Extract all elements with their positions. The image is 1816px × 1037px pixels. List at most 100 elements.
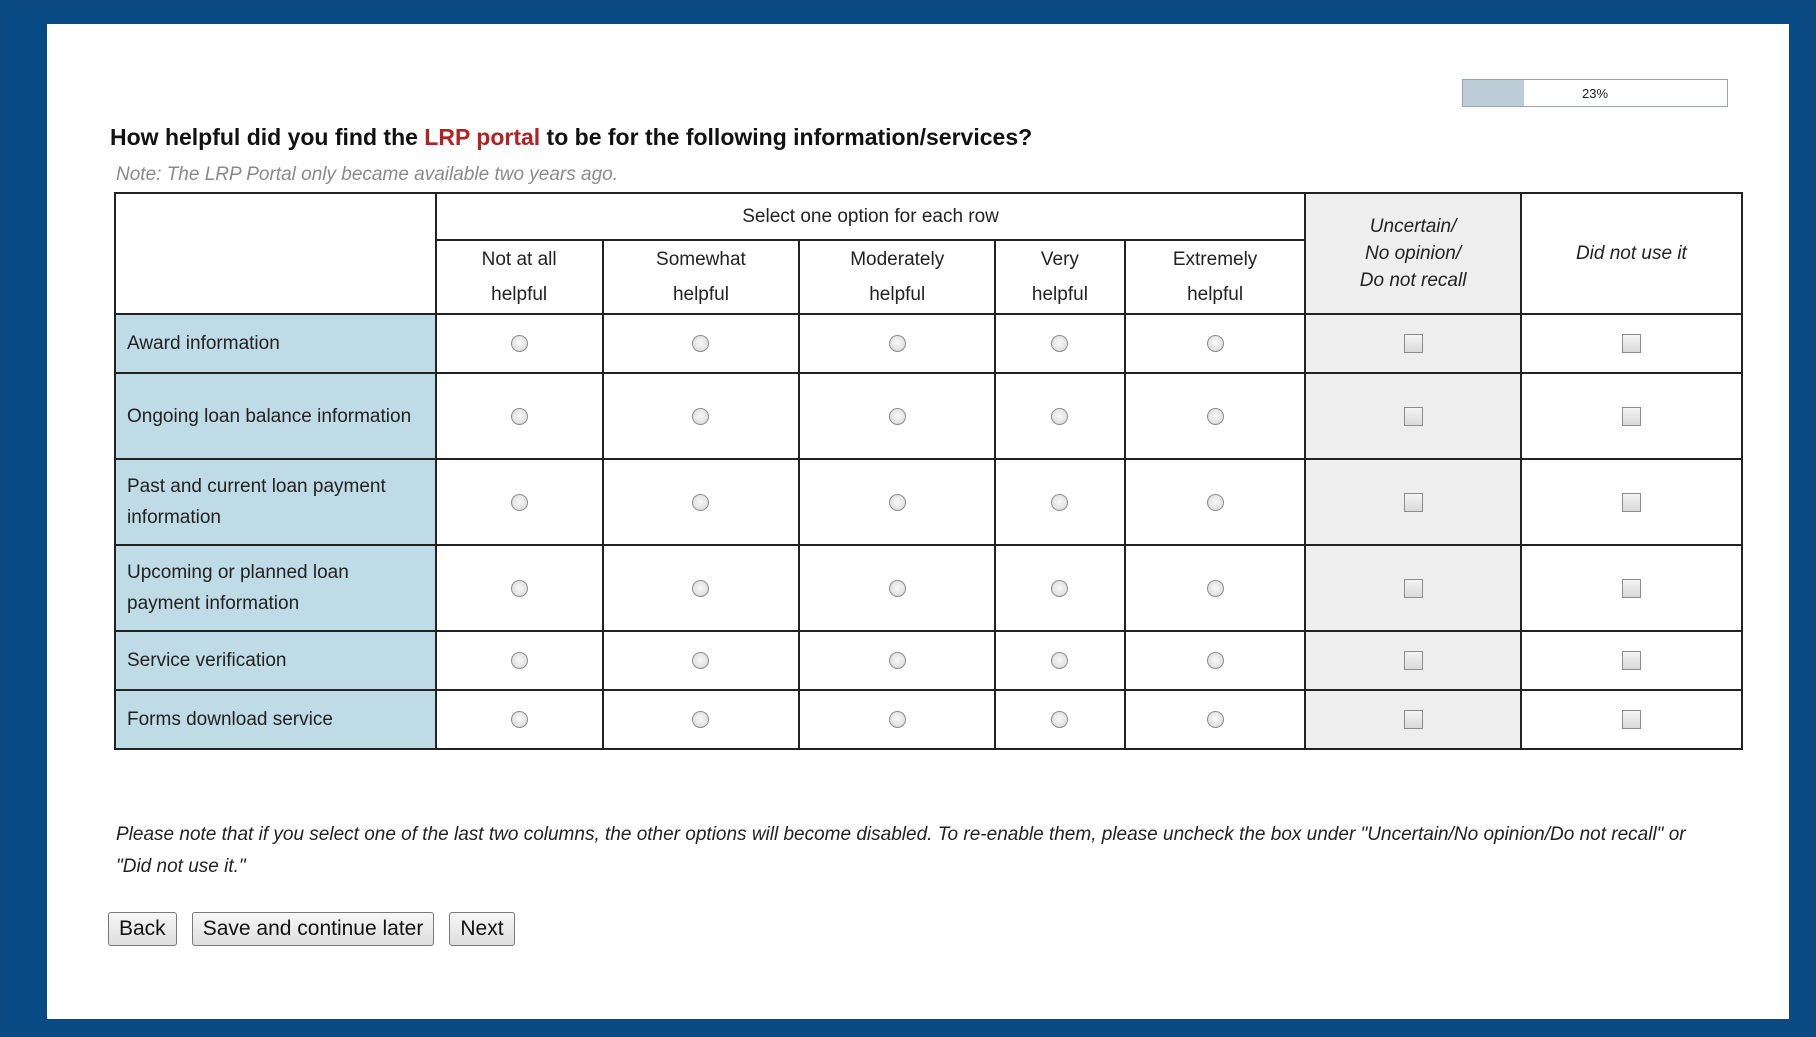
row-label: Service verification	[114, 630, 437, 691]
rating-radio[interactable]	[1206, 335, 1224, 353]
rating-cell	[601, 689, 801, 750]
grid-group-header: Select one option for each row	[434, 192, 1307, 241]
save-continue-later-button[interactable]: Save and continue later	[191, 912, 435, 946]
did-not-use-checkbox[interactable]	[1621, 651, 1641, 671]
grid-row: Upcoming or planned loan payment informa…	[114, 544, 1744, 632]
col-header-line1: Extremely	[1172, 249, 1258, 270]
rating-cell	[434, 630, 604, 691]
grid-row: Service verification	[114, 630, 1744, 691]
rating-radio[interactable]	[1051, 407, 1069, 425]
question-prefix: How helpful did you find the	[110, 124, 425, 150]
rating-radio[interactable]	[1051, 652, 1069, 670]
rating-radio[interactable]	[692, 407, 710, 425]
rating-radio[interactable]	[888, 493, 906, 511]
uncertain-cell	[1304, 630, 1522, 691]
rating-radio[interactable]	[510, 407, 528, 425]
rating-cell	[601, 458, 801, 546]
rating-radio[interactable]	[692, 335, 710, 353]
rating-cell	[798, 630, 997, 691]
next-button[interactable]: Next	[449, 912, 515, 946]
rating-cell	[1123, 689, 1307, 750]
uncertain-line3: Do not recall	[1359, 270, 1467, 291]
rating-radio[interactable]	[510, 579, 528, 597]
row-label: Upcoming or planned loan payment informa…	[114, 544, 437, 632]
rating-radio[interactable]	[510, 652, 528, 670]
did-not-use-checkbox[interactable]	[1621, 334, 1641, 354]
col-header-rating: Not at all helpful	[434, 239, 604, 315]
col-header-rating: Somewhat helpful	[601, 239, 801, 315]
rating-radio[interactable]	[1206, 579, 1224, 597]
rating-radio[interactable]	[888, 652, 906, 670]
rating-radio[interactable]	[1051, 579, 1069, 597]
grid-row: Award information	[114, 313, 1744, 374]
did-not-use-checkbox[interactable]	[1621, 710, 1641, 730]
col-header-line1: Moderately	[850, 249, 945, 270]
rating-radio[interactable]	[692, 711, 710, 729]
rating-radio[interactable]	[888, 407, 906, 425]
rating-cell	[601, 630, 801, 691]
did-not-use-checkbox[interactable]	[1621, 492, 1641, 512]
grid-body: Award information Ongoing loan balance in…	[114, 313, 1744, 750]
rating-cell	[434, 458, 604, 546]
rating-cell	[798, 544, 997, 632]
col-header-line1: Not at all	[481, 249, 557, 270]
rating-radio[interactable]	[1051, 711, 1069, 729]
uncertain-checkbox[interactable]	[1403, 406, 1423, 426]
row-label: Past and current loan payment informatio…	[114, 458, 437, 546]
uncertain-checkbox[interactable]	[1403, 710, 1423, 730]
rating-radio[interactable]	[888, 711, 906, 729]
question-title: How helpful did you find the LRP portal …	[110, 124, 1032, 151]
rating-radio[interactable]	[888, 579, 906, 597]
rating-grid: Select one option for each row Uncertain…	[114, 192, 1744, 750]
rating-radio[interactable]	[510, 335, 528, 353]
col-header-rating: Extremely helpful	[1123, 239, 1307, 315]
progress-bar: 23%	[1462, 79, 1728, 107]
rating-cell	[1123, 630, 1307, 691]
rating-cell	[434, 372, 604, 460]
rating-radio[interactable]	[1051, 335, 1069, 353]
rating-cell	[994, 544, 1126, 632]
col-header-line2: helpful	[1187, 284, 1244, 305]
rating-cell	[434, 544, 604, 632]
rating-radio[interactable]	[1051, 493, 1069, 511]
grid-corner	[114, 192, 437, 315]
rating-radio[interactable]	[510, 711, 528, 729]
uncertain-checkbox[interactable]	[1403, 492, 1423, 512]
rating-cell	[434, 313, 604, 374]
grid-row: Past and current loan payment informatio…	[114, 458, 1744, 546]
col-header-did-not-use: Did not use it	[1519, 192, 1744, 315]
disable-note: Please note that if you select one of th…	[116, 824, 1686, 877]
rating-radio[interactable]	[692, 579, 710, 597]
rating-radio[interactable]	[888, 335, 906, 353]
rating-radio[interactable]	[692, 493, 710, 511]
rating-radio[interactable]	[510, 493, 528, 511]
rating-radio[interactable]	[1206, 652, 1224, 670]
question-highlight: LRP portal	[424, 124, 541, 150]
rating-cell	[798, 372, 997, 460]
uncertain-checkbox[interactable]	[1403, 578, 1423, 598]
did-not-use-checkbox[interactable]	[1621, 406, 1641, 426]
rating-radio[interactable]	[1206, 493, 1224, 511]
back-button[interactable]: Back	[108, 912, 177, 946]
uncertain-checkbox[interactable]	[1403, 651, 1423, 671]
rating-cell	[1123, 313, 1307, 374]
question-note: Note: The LRP Portal only became availab…	[116, 164, 619, 185]
did-not-use-cell	[1519, 544, 1744, 632]
did-not-use-cell	[1519, 372, 1744, 460]
rating-radio[interactable]	[692, 652, 710, 670]
did-not-use-cell	[1519, 689, 1744, 750]
uncertain-cell	[1304, 544, 1522, 632]
rating-cell	[798, 689, 997, 750]
rating-radio[interactable]	[1206, 711, 1224, 729]
uncertain-cell	[1304, 689, 1522, 750]
uncertain-checkbox[interactable]	[1403, 334, 1423, 354]
grid-row: Forms download service	[114, 689, 1744, 750]
did-not-use-cell	[1519, 458, 1744, 546]
rating-radio[interactable]	[1206, 407, 1224, 425]
rating-cell	[1123, 544, 1307, 632]
col-header-line2: helpful	[672, 284, 729, 305]
did-not-use-checkbox[interactable]	[1621, 578, 1641, 598]
rating-cell	[798, 458, 997, 546]
rating-cell	[434, 689, 604, 750]
col-header-line2: helpful	[491, 284, 548, 305]
